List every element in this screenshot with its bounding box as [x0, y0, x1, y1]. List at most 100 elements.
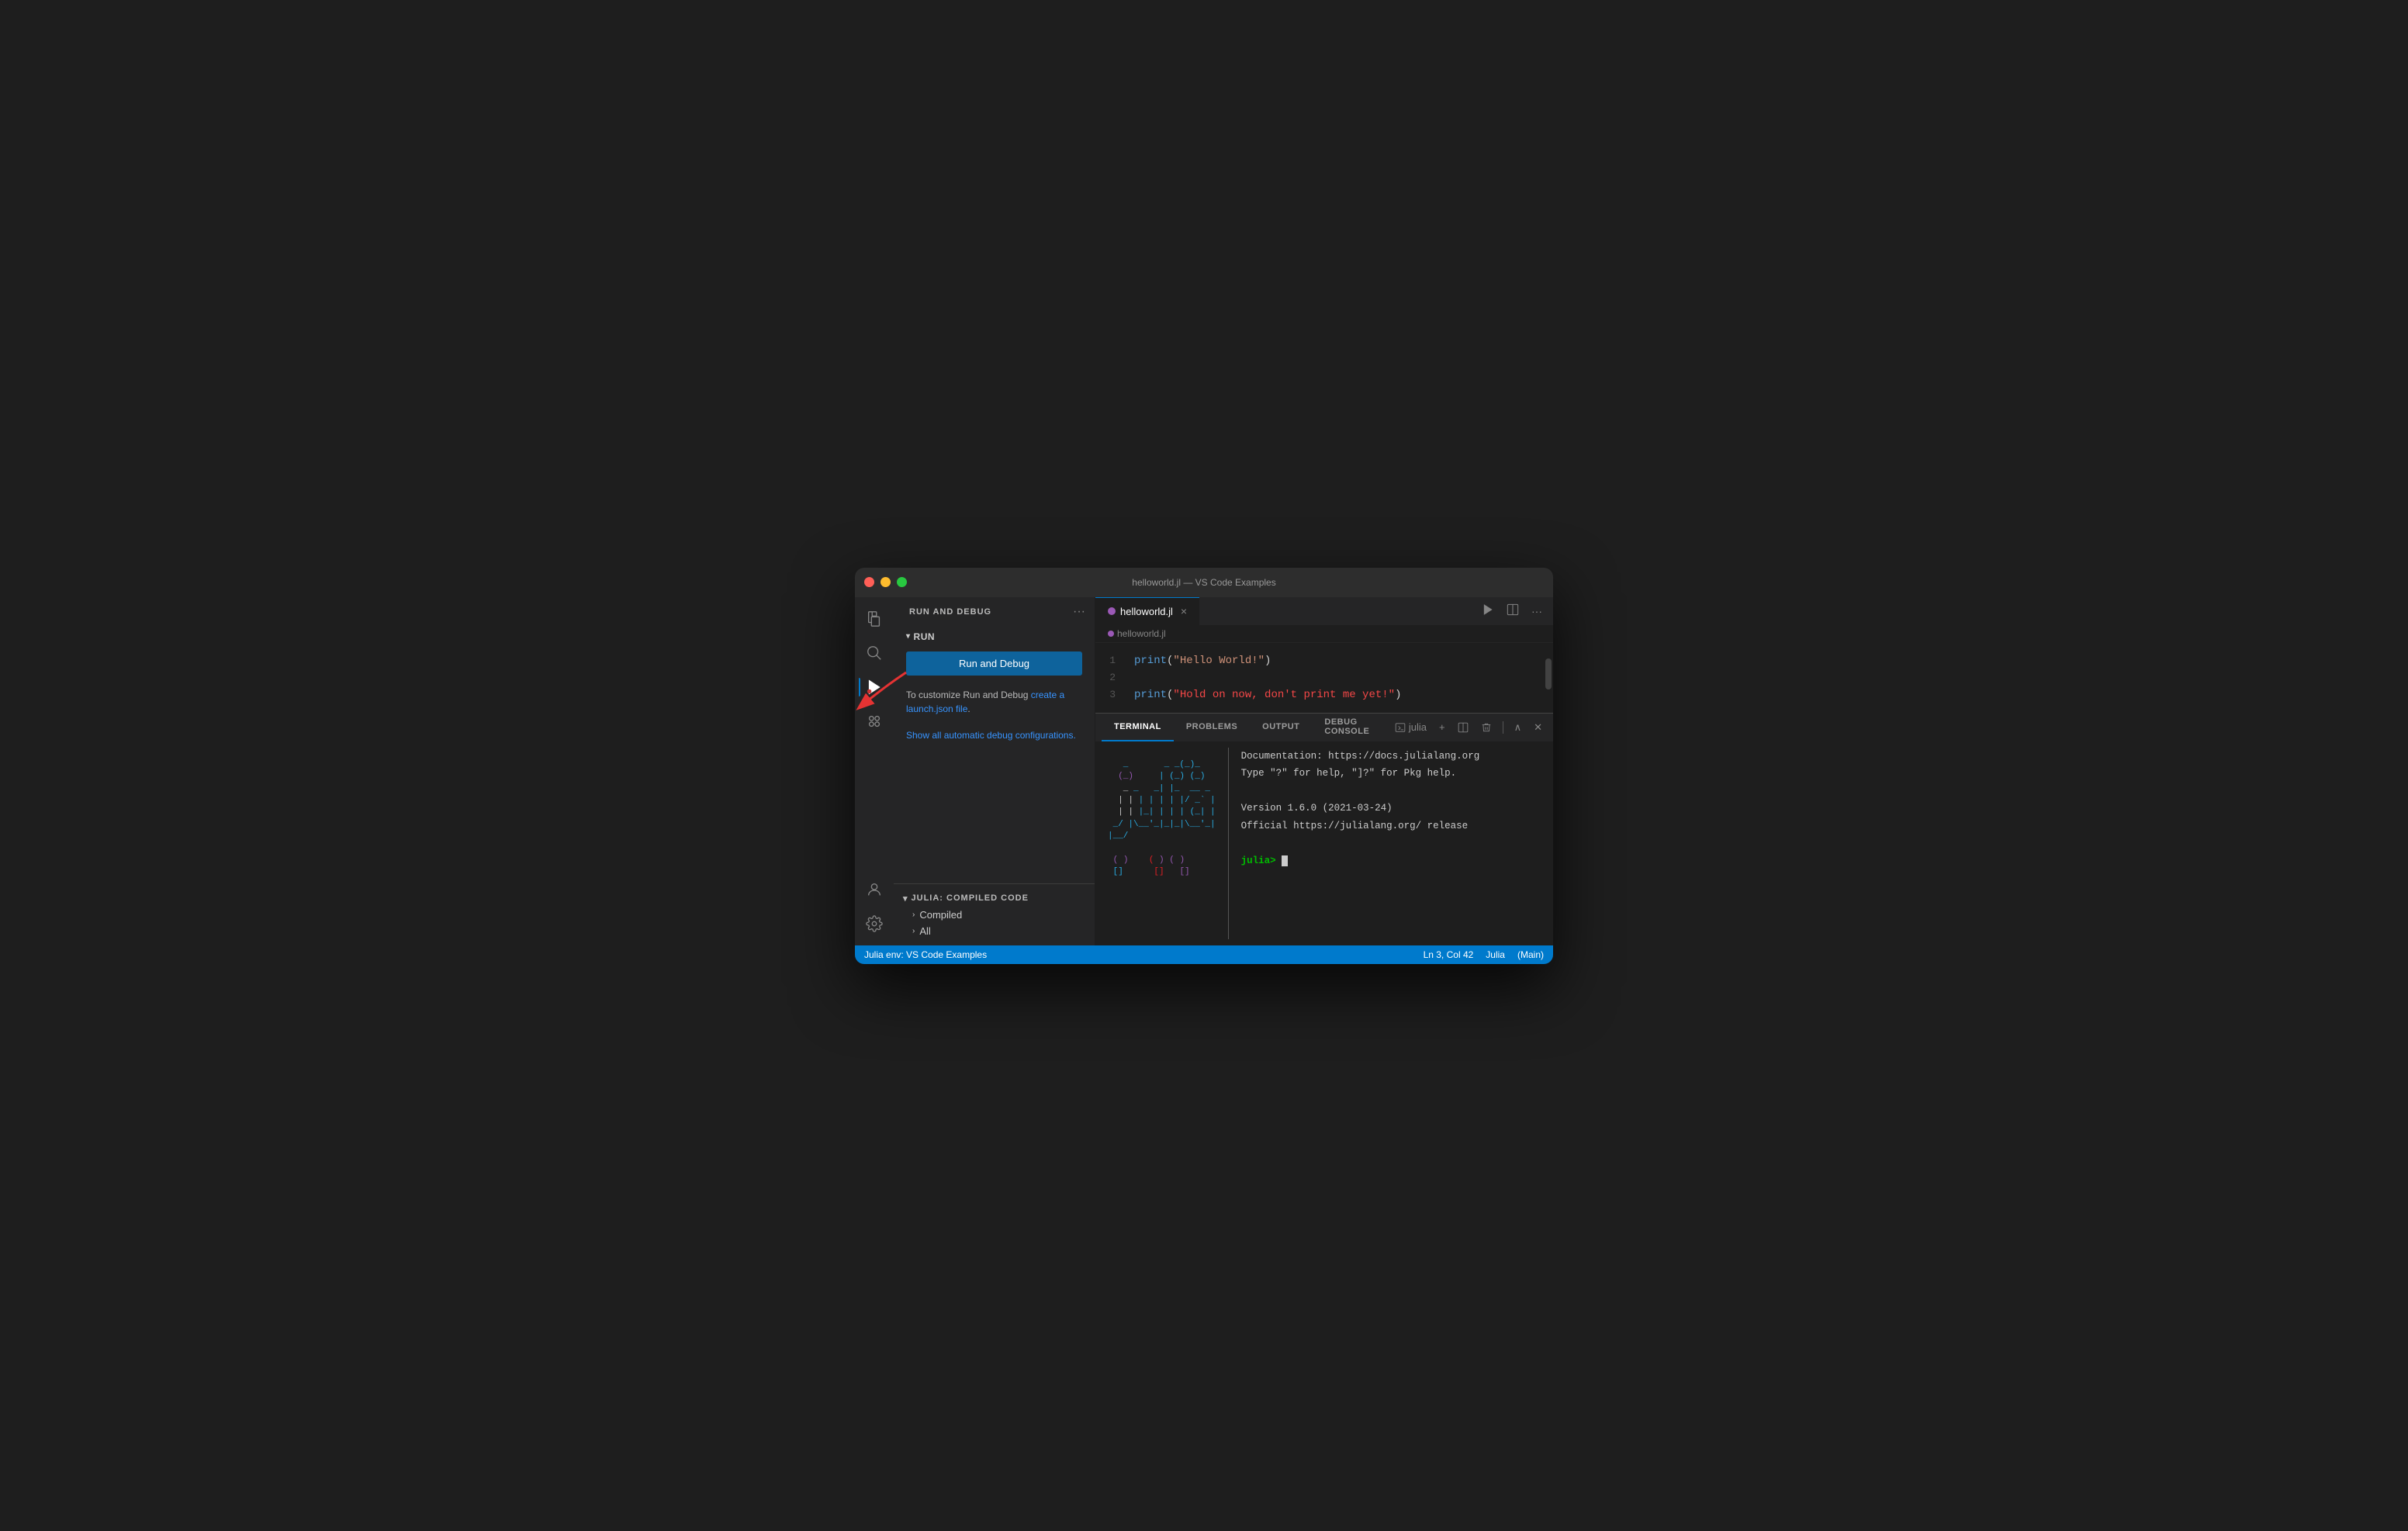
settings-icon[interactable]	[859, 908, 890, 939]
code-editor[interactable]: 1 print("Hello World!") 2 3 print("Hold …	[1095, 643, 1553, 713]
terminal-prompt-line: julia>	[1241, 852, 1480, 870]
code-keyword: print	[1134, 655, 1167, 667]
tab-close-button[interactable]: ×	[1181, 605, 1187, 617]
run-description-suffix: .	[967, 703, 970, 714]
breadcrumb-file-icon	[1108, 631, 1114, 637]
terminal-label: julia	[1409, 721, 1427, 733]
julia-logo-art: _ _ _(_)_ (_) | (_) (_) _ _ _| |_ __ _ |…	[1108, 748, 1216, 939]
chevron-down-icon: ▾	[906, 632, 911, 641]
tab-label: helloworld.jl	[1120, 606, 1173, 617]
chevron-right-icon: ›	[912, 911, 915, 919]
sidebar-header: RUN AND DEBUG ···	[894, 597, 1095, 625]
minimize-button[interactable]	[881, 577, 891, 587]
app-body: RUN AND DEBUG ··· ▾ RUN Run and Debug To…	[855, 597, 1553, 945]
code-line-2: 2	[1095, 669, 1553, 686]
panel-actions: julia +	[1390, 720, 1547, 735]
traffic-lights	[864, 577, 907, 587]
breadcrumb-label: helloworld.jl	[1117, 628, 1166, 639]
terminal-content[interactable]: _ _ _(_)_ (_) | (_) (_) _ _ _| |_ __ _ |…	[1095, 741, 1553, 945]
terminal-empty	[1241, 783, 1480, 800]
breadcrumb: helloworld.jl	[1095, 625, 1553, 643]
julia-item-label: Compiled	[919, 909, 962, 921]
editor-scrollbar[interactable]	[1544, 643, 1553, 713]
tab-output[interactable]: OUTPUT	[1250, 714, 1312, 741]
scrollbar-thumb[interactable]	[1545, 658, 1552, 689]
code-paren: )	[1265, 655, 1271, 667]
julia-header-text: JULIA: COMPILED CODE	[912, 893, 1029, 903]
code-keyword: print	[1134, 689, 1167, 701]
run-icon[interactable]	[1477, 600, 1499, 621]
status-right: Ln 3, Col 42 Julia (Main)	[1424, 949, 1544, 960]
julia-all-item[interactable]: › All	[894, 923, 1095, 939]
extensions-icon[interactable]	[859, 706, 890, 737]
editor-tab-actions: ···	[1477, 600, 1553, 621]
terminal-line-2: Type "?" for help, "]?" for Pkg help.	[1241, 765, 1480, 783]
activity-bar-bottom	[859, 874, 890, 945]
run-description: To customize Run and Debug create a laun…	[906, 688, 1082, 716]
editor-tabs: helloworld.jl × ···	[1095, 597, 1553, 625]
julia-chevron-icon: ▾	[903, 893, 908, 904]
terminal-line-3: Version 1.6.0 (2021-03-24)	[1241, 800, 1480, 817]
sidebar-title: RUN AND DEBUG	[909, 607, 991, 617]
delete-terminal-icon[interactable]	[1476, 721, 1496, 734]
show-configs-link[interactable]: Show all automatic debug configurations.	[906, 728, 1082, 742]
files-icon[interactable]	[859, 603, 890, 634]
vscode-window: helloworld.jl — VS Code Examples	[855, 568, 1553, 964]
status-env[interactable]: Julia env: VS Code Examples	[864, 949, 987, 960]
code-string: "Hold on now, don't print me yet!"	[1173, 689, 1395, 701]
terminal-separator	[1228, 748, 1229, 939]
terminal-line-1: Documentation: https://docs.julialang.or…	[1241, 748, 1480, 766]
run-collapse[interactable]: ▾ RUN	[906, 631, 1082, 642]
main-content: helloworld.jl × ···	[1095, 597, 1553, 945]
terminal-shell-icon[interactable]: julia	[1390, 720, 1431, 734]
tab-terminal[interactable]: TERMINAL	[1102, 714, 1174, 741]
account-icon[interactable]	[859, 874, 890, 905]
run-section: ▾ RUN Run and Debug To customize Run and…	[894, 625, 1095, 883]
terminal-line-4: Official https://julialang.org/ release	[1241, 817, 1480, 835]
julia-section: ▾ JULIA: COMPILED CODE › Compiled › All	[894, 883, 1095, 945]
close-panel-icon[interactable]: ✕	[1529, 720, 1547, 735]
more-options-icon[interactable]: ···	[1073, 605, 1085, 619]
chevron-right-icon: ›	[912, 927, 915, 935]
line-content: print("Hello World!")	[1134, 655, 1271, 667]
status-bar: Julia env: VS Code Examples Ln 3, Col 42…	[855, 945, 1553, 964]
code-paren: )	[1395, 689, 1401, 701]
line-content: print("Hold on now, don't print me yet!"…	[1134, 689, 1401, 701]
status-ln-col[interactable]: Ln 3, Col 42	[1424, 949, 1474, 960]
cursor	[1282, 855, 1288, 866]
close-button[interactable]	[864, 577, 874, 587]
sidebar: RUN AND DEBUG ··· ▾ RUN Run and Debug To…	[894, 597, 1095, 945]
show-configs-text: Show all automatic debug configurations.	[906, 730, 1076, 741]
sidebar-header-icons: ···	[1073, 605, 1085, 619]
status-language[interactable]: Julia	[1486, 949, 1505, 960]
maximize-button[interactable]	[897, 577, 907, 587]
run-debug-icon[interactable]	[859, 672, 890, 703]
julia-section-header[interactable]: ▾ JULIA: COMPILED CODE	[894, 890, 1095, 907]
line-number: 2	[1095, 672, 1134, 683]
tab-problems[interactable]: PROBLEMS	[1174, 714, 1250, 741]
terminal-text: Documentation: https://docs.julialang.or…	[1241, 748, 1480, 939]
julia-item-label: All	[919, 925, 930, 937]
more-actions-icon[interactable]: ···	[1527, 602, 1547, 620]
run-label: RUN	[914, 631, 936, 642]
window-title: helloworld.jl — VS Code Examples	[1132, 577, 1275, 588]
terminal-split-icon[interactable]	[1453, 721, 1473, 734]
julia-file-icon	[1108, 607, 1116, 615]
code-line-1: 1 print("Hello World!")	[1095, 652, 1553, 669]
search-icon[interactable]	[859, 638, 890, 669]
titlebar: helloworld.jl — VS Code Examples	[855, 568, 1553, 597]
add-terminal-button[interactable]: +	[1434, 720, 1450, 734]
code-line-3: 3 print("Hold on now, don't print me yet…	[1095, 686, 1553, 703]
julia-prompt: julia>	[1241, 855, 1282, 866]
run-description-text: To customize Run and Debug	[906, 689, 1031, 700]
run-and-debug-button[interactable]: Run and Debug	[906, 651, 1082, 676]
line-number: 3	[1095, 689, 1134, 700]
panel: TERMINAL PROBLEMS OUTPUT DEBUG CONSOLE j…	[1095, 713, 1553, 945]
line-content	[1134, 672, 1140, 684]
status-branch[interactable]: (Main)	[1517, 949, 1544, 960]
tab-debug-console[interactable]: DEBUG CONSOLE	[1312, 714, 1389, 741]
julia-compiled-item[interactable]: › Compiled	[894, 907, 1095, 923]
editor-tab-helloworld[interactable]: helloworld.jl ×	[1095, 597, 1199, 625]
chevron-up-icon[interactable]: ∧	[1510, 720, 1527, 735]
split-editor-icon[interactable]	[1502, 600, 1524, 621]
